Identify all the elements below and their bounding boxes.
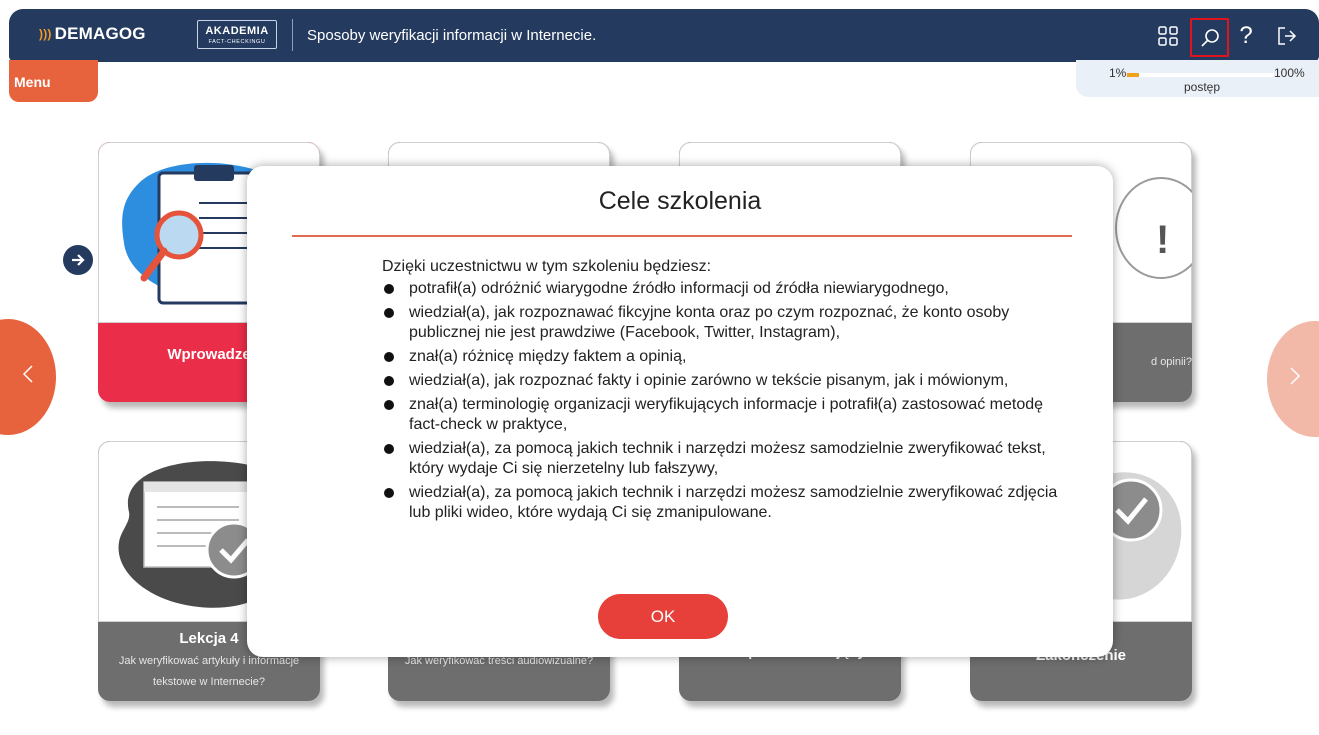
help-glyph: ? bbox=[1239, 22, 1253, 49]
course-title: Sposoby weryfikacji informacji w Interne… bbox=[307, 27, 597, 44]
brand-name: DEMAGOG bbox=[54, 24, 146, 43]
goal-text: wiedział(a), za pomocą jakich technik i … bbox=[409, 440, 1046, 477]
progress-min-label: 1% bbox=[1109, 66, 1127, 80]
goal-text: znał(a) różnicę między faktem a opinią, bbox=[409, 348, 687, 365]
bullet-icon bbox=[384, 376, 394, 386]
ok-button[interactable]: OK bbox=[598, 594, 728, 639]
prev-arrow[interactable] bbox=[0, 319, 56, 435]
goal-item: znał(a) terminologię organizacji weryfik… bbox=[382, 395, 1072, 435]
akademia-logo: AKADEMIA FACT-CHECKINGU bbox=[197, 20, 277, 49]
chevron-right-icon bbox=[1289, 366, 1301, 392]
goal-text: wiedział(a), za pomocą jakich technik i … bbox=[409, 484, 1058, 521]
demagog-logo[interactable]: ))) DEMAGOG bbox=[39, 24, 146, 44]
bullet-icon bbox=[384, 308, 394, 318]
header-divider bbox=[292, 19, 293, 51]
svg-text:!: ! bbox=[1156, 218, 1169, 262]
goals-list: potrafił(a) odróżnić wiarygodne źródło i… bbox=[382, 279, 1072, 527]
logo-waves: ))) bbox=[39, 27, 52, 41]
chevron-left-icon bbox=[22, 364, 34, 390]
akademia-sublabel: FACT-CHECKINGU bbox=[208, 39, 266, 45]
progress-max-label: 100% bbox=[1274, 66, 1305, 80]
dialog-intro: Dzięki uczestnictwu w tym szkoleniu będz… bbox=[382, 258, 712, 275]
goal-text: wiedział(a), jak rozpoznawać fikcyjne ko… bbox=[409, 304, 1010, 341]
goal-text: potrafił(a) odróżnić wiarygodne źródło i… bbox=[409, 280, 949, 297]
goal-item: potrafił(a) odróżnić wiarygodne źródło i… bbox=[382, 279, 1072, 299]
search-icon[interactable] bbox=[1190, 18, 1229, 57]
progress-panel: 1% 100% postęp bbox=[1076, 60, 1319, 97]
goal-item: wiedział(a), jak rozpoznać fakty i opini… bbox=[382, 371, 1072, 391]
progress-fill bbox=[1127, 73, 1139, 77]
goal-item: znał(a) różnicę między faktem a opinią, bbox=[382, 347, 1072, 367]
exit-icon[interactable] bbox=[1270, 19, 1304, 53]
course-goals-dialog: Cele szkolenia Dzięki uczestnictwu w tym… bbox=[247, 166, 1113, 657]
bullet-icon bbox=[384, 488, 394, 498]
progress-bar bbox=[1127, 73, 1274, 77]
grid-icon[interactable] bbox=[1151, 19, 1185, 53]
top-bar: ))) DEMAGOG AKADEMIA FACT-CHECKINGU Spos… bbox=[9, 9, 1319, 62]
next-arrow[interactable] bbox=[1267, 321, 1319, 437]
help-icon[interactable]: ? bbox=[1229, 19, 1263, 53]
goal-text: wiedział(a), jak rozpoznać fakty i opini… bbox=[409, 372, 1009, 389]
arrow-right-icon bbox=[63, 245, 93, 275]
bullet-icon bbox=[384, 400, 394, 410]
card-subtitle: Jak weryfikować artykuły i informacje te… bbox=[118, 655, 300, 688]
title-divider bbox=[292, 235, 1072, 237]
goal-item: wiedział(a), jak rozpoznawać fikcyjne ko… bbox=[382, 303, 1072, 343]
bullet-icon bbox=[384, 444, 394, 454]
progress-label: postęp bbox=[1184, 80, 1221, 94]
dialog-title: Cele szkolenia bbox=[598, 187, 762, 215]
bullet-icon bbox=[384, 284, 394, 294]
goal-item: wiedział(a), za pomocą jakich technik i … bbox=[382, 483, 1072, 523]
goal-text: znał(a) terminologię organizacji weryfik… bbox=[409, 396, 1044, 433]
menu-button[interactable]: Menu bbox=[9, 60, 98, 102]
goal-item: wiedział(a), za pomocą jakich technik i … bbox=[382, 439, 1072, 479]
bullet-icon bbox=[384, 352, 394, 362]
akademia-label: AKADEMIA bbox=[205, 25, 269, 37]
